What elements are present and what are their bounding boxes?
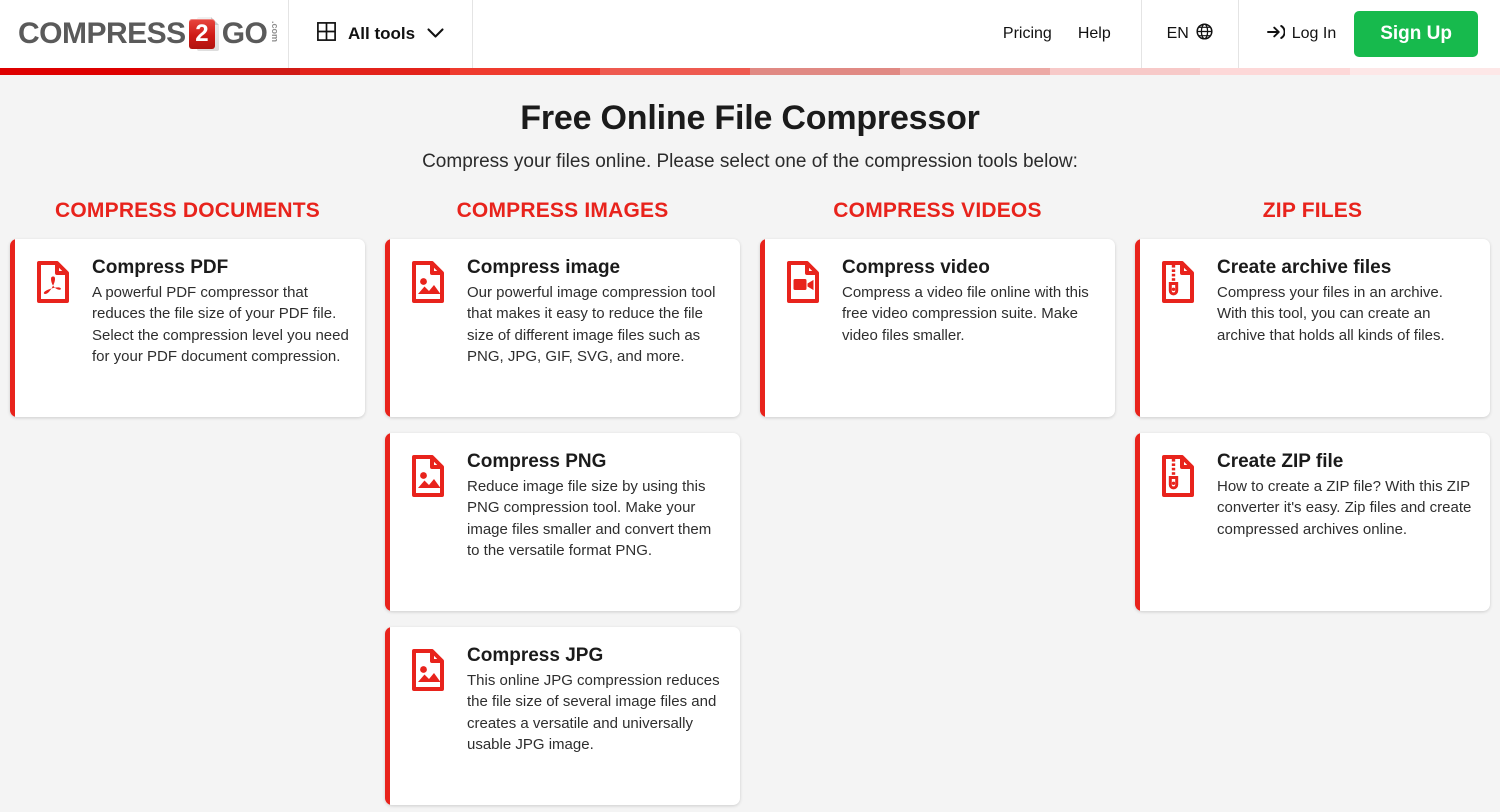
accent-strip-segment-9 [1350, 68, 1500, 75]
zip-file-icon [1157, 257, 1203, 399]
logo-mark-digit: 2 [188, 19, 215, 49]
tool-card-description: This online JPG compression reduces the … [467, 672, 720, 753]
nav-link-help[interactable]: Help [1078, 25, 1111, 43]
tool-card-title: Compress video [842, 257, 990, 278]
accent-strip-segment-7 [1050, 68, 1200, 75]
accent-strip-segment-4 [600, 68, 750, 75]
tool-card[interactable]: Compress JPG This online JPG compression … [385, 627, 740, 805]
globe-icon [1196, 23, 1213, 45]
page-title: Free Online File Compressor [520, 99, 980, 137]
image-file-icon [407, 451, 453, 593]
accent-strip-segment-5 [750, 68, 900, 75]
log-in-button[interactable]: Log In [1266, 24, 1337, 45]
tool-card-title: Create archive files [1217, 257, 1392, 278]
sign-up-button[interactable]: Sign Up [1354, 11, 1478, 57]
header-spacer [473, 0, 1003, 68]
image-file-icon [407, 645, 453, 787]
accent-strip-segment-1 [150, 68, 300, 75]
all-tools-menu[interactable]: All tools [289, 0, 472, 68]
site-header: COMPRESS 2 GO .com All tools Pricing Hel… [0, 0, 1500, 68]
accent-strip-segment-8 [1200, 68, 1350, 75]
logo-text-go: GO [221, 17, 268, 50]
accent-strip-segment-3 [450, 68, 600, 75]
column-heading: COMPRESS VIDEOS [833, 199, 1042, 222]
image-file-icon [407, 257, 453, 399]
tool-card[interactable]: Compress PNG Reduce image file size by us… [385, 433, 740, 611]
logo-zone[interactable]: COMPRESS 2 GO .com [0, 0, 288, 68]
pdf-file-icon [32, 257, 78, 399]
zip-file-icon [1157, 451, 1203, 593]
all-tools-label: All tools [348, 24, 416, 43]
column-heading: COMPRESS IMAGES [456, 199, 669, 222]
column-heading: COMPRESS DOCUMENTS [55, 199, 320, 222]
tool-column-0: COMPRESS DOCUMENTS Compress PDF A powerfu… [0, 199, 375, 433]
auth-zone: Log In Sign Up [1239, 0, 1500, 68]
header-nav-links: Pricing Help [1003, 0, 1141, 68]
tool-card-description: How to create a ZIP file? With this ZIP … [1217, 478, 1472, 538]
accent-strip-segment-2 [300, 68, 450, 75]
tool-column-2: COMPRESS VIDEOS Compress video Compress a… [750, 199, 1125, 433]
tool-card-description: Compress a video file online with this f… [842, 284, 1089, 344]
chevron-down-icon [427, 24, 444, 44]
tool-card[interactable]: Compress video Compress a video file onli… [760, 239, 1115, 417]
tool-card-title: Compress JPG [467, 645, 604, 666]
video-file-icon [782, 257, 828, 399]
main-content: Free Online File Compressor Compress you… [0, 75, 1500, 812]
grid-icon [317, 22, 336, 46]
accent-strip-segment-6 [900, 68, 1050, 75]
logo-text-compress: COMPRESS [18, 17, 186, 50]
brand-logo[interactable]: COMPRESS 2 GO .com [18, 17, 280, 51]
logo-mark-icon: 2 [188, 17, 219, 51]
logo-text-tld: .com [269, 21, 280, 43]
tool-card-title: Compress PDF [92, 257, 229, 278]
tool-columns: COMPRESS DOCUMENTS Compress PDF A powerfu… [0, 199, 1500, 812]
tool-card[interactable]: Create archive files Compress your files … [1135, 239, 1490, 417]
header-accent-strip [0, 68, 1500, 75]
tool-card[interactable]: Compress PDF A powerful PDF compressor th… [10, 239, 365, 417]
tool-card-description: Our powerful image compression tool that… [467, 284, 716, 365]
tool-card-title: Compress image [467, 257, 621, 278]
tool-card-description: Reduce image file size by using this PNG… [467, 478, 712, 559]
language-label: EN [1166, 25, 1189, 42]
tool-card[interactable]: Compress image Our powerful image compres… [385, 239, 740, 417]
tool-card[interactable]: Create ZIP file How to create a ZIP file?… [1135, 433, 1490, 611]
tool-card-title: Compress PNG [467, 451, 607, 472]
language-selector[interactable]: EN [1142, 0, 1238, 68]
tool-card-title: Create ZIP file [1217, 451, 1344, 472]
sign-in-arrow-icon [1266, 24, 1286, 45]
column-heading: ZIP FILES [1262, 199, 1363, 222]
nav-link-pricing[interactable]: Pricing [1003, 25, 1052, 43]
page-subtitle: Compress your files online. Please selec… [422, 151, 1078, 172]
tool-column-3: ZIP FILES Create archive files Compress y… [1125, 199, 1500, 627]
accent-strip-segment-0 [0, 68, 150, 75]
tool-card-description: A powerful PDF compressor that reduces t… [92, 284, 349, 365]
log-in-label: Log In [1291, 25, 1337, 42]
tool-column-1: COMPRESS IMAGES Compress image Our powerf… [375, 199, 750, 812]
tool-card-description: Compress your files in an archive. With … [1217, 284, 1445, 344]
